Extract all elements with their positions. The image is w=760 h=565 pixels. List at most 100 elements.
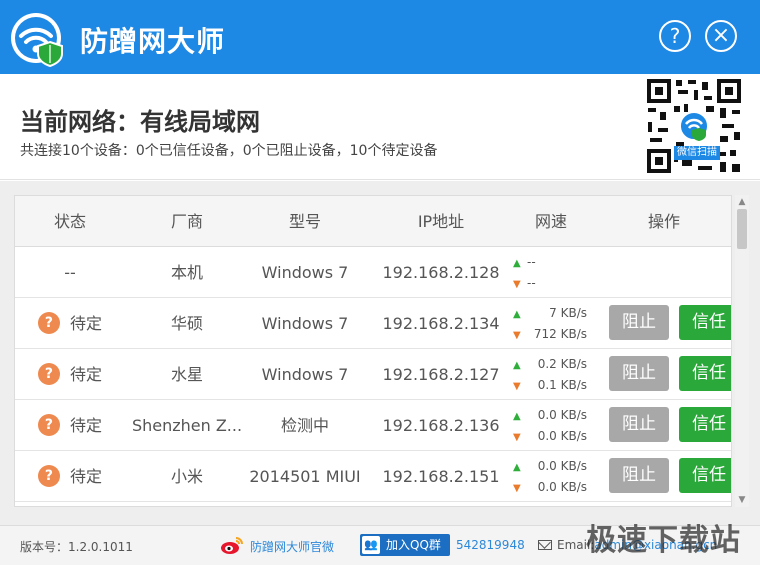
- download-speed: 0.0 KB/s: [537, 429, 587, 443]
- column-header-speed: 网速: [534, 212, 567, 231]
- qr-caption: 微信扫描: [674, 146, 720, 160]
- download-speed: --: [527, 276, 536, 290]
- qq-group-icon: 👥: [362, 536, 380, 554]
- row-status-label: 待定: [69, 314, 102, 333]
- table-header: 状态 厂商 型号 IP地址 网速 操作: [15, 196, 731, 247]
- weibo-link[interactable]: 防蹭网大师官微: [250, 538, 334, 555]
- join-qq-group-label: 加入QQ群: [386, 538, 441, 552]
- download-speed: 0.1 KB/s: [537, 378, 587, 392]
- join-qq-group-button[interactable]: 👥 加入QQ群: [360, 534, 450, 556]
- qq-group-number[interactable]: 542819948: [456, 538, 525, 552]
- row-status: --: [64, 263, 76, 282]
- row-ip: 192.168.2.134: [382, 314, 500, 333]
- trust-button[interactable]: 信任: [679, 458, 731, 493]
- vertical-scrollbar[interactable]: ▲ ▼: [735, 195, 749, 507]
- row-ip: 192.168.2.127: [382, 365, 500, 384]
- row-actions: 阻止 信任: [595, 349, 731, 400]
- exclamation-icon: ?: [37, 362, 60, 385]
- table-row: -- 本机 Windows 7 192.168.2.128 ▲ -- ▼ --: [15, 247, 731, 298]
- row-model: Windows 7: [261, 263, 349, 282]
- row-status-label: 待定: [69, 365, 102, 384]
- row-speed: ▲ -- ▼ --: [507, 247, 595, 298]
- scroll-thumb[interactable]: [737, 209, 747, 249]
- trust-button[interactable]: 信任: [679, 305, 731, 340]
- help-button[interactable]: ?: [659, 20, 691, 52]
- row-actions: 阻止 信任: [595, 400, 731, 451]
- row-speed: ▲ 7 KB/s ▼ 712 KB/s: [507, 298, 595, 349]
- download-arrow-icon: ▼: [513, 483, 521, 494]
- download-speed: 0.0 KB/s: [537, 480, 587, 494]
- download-arrow-icon: ▼: [513, 330, 521, 341]
- row-status-label: 待定: [69, 467, 102, 486]
- network-header: 当前网络：有线局域网 共连接10个设备：0个已信任设备，0个已阻止设备，10个待…: [0, 74, 760, 180]
- table-row: ? 待定 Shenzhen Z... 检测中 192.168.2.136 ▲ 0.0…: [15, 400, 731, 451]
- column-header-ip: IP地址: [417, 212, 465, 231]
- upload-arrow-icon: ▲: [513, 462, 521, 473]
- scroll-down-arrow-icon[interactable]: ▼: [735, 493, 749, 507]
- upload-arrow-icon: ▲: [513, 258, 521, 269]
- block-button[interactable]: 阻止: [609, 305, 669, 340]
- row-status: ? 待定: [15, 349, 125, 400]
- app-title: 防蹭网大师: [80, 25, 226, 58]
- block-button[interactable]: 阻止: [609, 458, 669, 493]
- device-summary: 共连接10个设备：0个已信任设备，0个已阻止设备，10个待定设备: [20, 143, 438, 159]
- scroll-up-arrow-icon[interactable]: ▲: [735, 195, 749, 209]
- table-row: ? 待定 水星 Windows 7 192.168.2.127 ▲ 0.2 KB/s…: [15, 349, 731, 400]
- watermark: 极速下载站: [586, 523, 741, 558]
- row-model: 检测中: [280, 416, 329, 435]
- version-label: 版本号：1.2.0.1011: [20, 540, 133, 554]
- row-vendor: 水星: [170, 365, 203, 384]
- exclamation-icon: ?: [37, 413, 60, 436]
- row-speed: ▲ 0.0 KB/s ▼ 0.0 KB/s: [507, 400, 595, 451]
- weibo-icon[interactable]: [220, 535, 244, 555]
- exclamation-icon: ?: [37, 311, 60, 334]
- upload-speed: --: [527, 255, 536, 269]
- wifi-shield-logo-icon: [11, 13, 63, 68]
- wechat-qr-code: [644, 76, 744, 176]
- column-header-actions: 操作: [647, 212, 680, 231]
- device-list-area: 状态 厂商 型号 IP地址 网速 操作 -- 本机 Windows 7 192.…: [0, 181, 760, 525]
- trust-button[interactable]: 信任: [679, 407, 731, 442]
- upload-arrow-icon: ▲: [513, 309, 521, 320]
- download-arrow-icon: ▼: [513, 432, 521, 443]
- row-ip: 192.168.2.128: [382, 263, 500, 282]
- row-vendor: 华硕: [170, 314, 203, 333]
- row-actions: 阻止 信任: [595, 451, 731, 502]
- upload-speed: 0.0 KB/s: [537, 459, 587, 473]
- download-arrow-icon: ▼: [513, 279, 521, 290]
- row-status-label: 待定: [69, 416, 102, 435]
- row-status: ? 待定: [15, 298, 125, 349]
- block-button[interactable]: 阻止: [609, 407, 669, 442]
- table-row: ? 待定 小米 2014501 MIUI 192.168.2.151 ▲ 0.0 K…: [15, 451, 731, 502]
- column-header-status: 状态: [53, 212, 86, 231]
- column-header-vendor: 厂商: [170, 212, 203, 231]
- upload-arrow-icon: ▲: [513, 411, 521, 422]
- row-ip: 192.168.2.136: [382, 416, 500, 435]
- row-vendor: Shenzhen Z...: [131, 416, 243, 435]
- trust-button[interactable]: 信任: [679, 356, 731, 391]
- column-header-model: 型号: [288, 212, 321, 231]
- download-arrow-icon: ▼: [513, 381, 521, 392]
- row-speed: ▲ 0.2 KB/s ▼ 0.1 KB/s: [507, 349, 595, 400]
- block-button[interactable]: 阻止: [609, 356, 669, 391]
- table-row: ? 待定 华硕 Windows 7 192.168.2.134 ▲ 7 KB/s ▼…: [15, 298, 731, 349]
- upload-arrow-icon: ▲: [513, 360, 521, 371]
- upload-speed: 0.0 KB/s: [537, 408, 587, 422]
- row-model: 2014501 MIUI: [249, 467, 361, 486]
- row-status: ? 待定: [15, 400, 125, 451]
- upload-speed: 0.2 KB/s: [537, 357, 587, 371]
- row-speed: ▲ 0.0 KB/s ▼ 0.0 KB/s: [507, 451, 595, 502]
- row-vendor: 小米: [170, 467, 203, 486]
- row-model: Windows 7: [261, 314, 349, 333]
- device-table: 状态 厂商 型号 IP地址 网速 操作 -- 本机 Windows 7 192.…: [14, 195, 732, 507]
- close-button[interactable]: ×: [705, 20, 737, 52]
- row-vendor: 本机: [170, 263, 203, 282]
- row-status: ? 待定: [15, 451, 125, 502]
- row-ip: 192.168.2.151: [382, 467, 500, 486]
- mail-icon: [538, 540, 552, 550]
- upload-speed: 7 KB/s: [549, 306, 587, 320]
- row-actions: 阻止 信任: [595, 298, 731, 349]
- row-model: Windows 7: [261, 365, 349, 384]
- exclamation-icon: ?: [37, 464, 60, 487]
- download-speed: 712 KB/s: [533, 327, 587, 341]
